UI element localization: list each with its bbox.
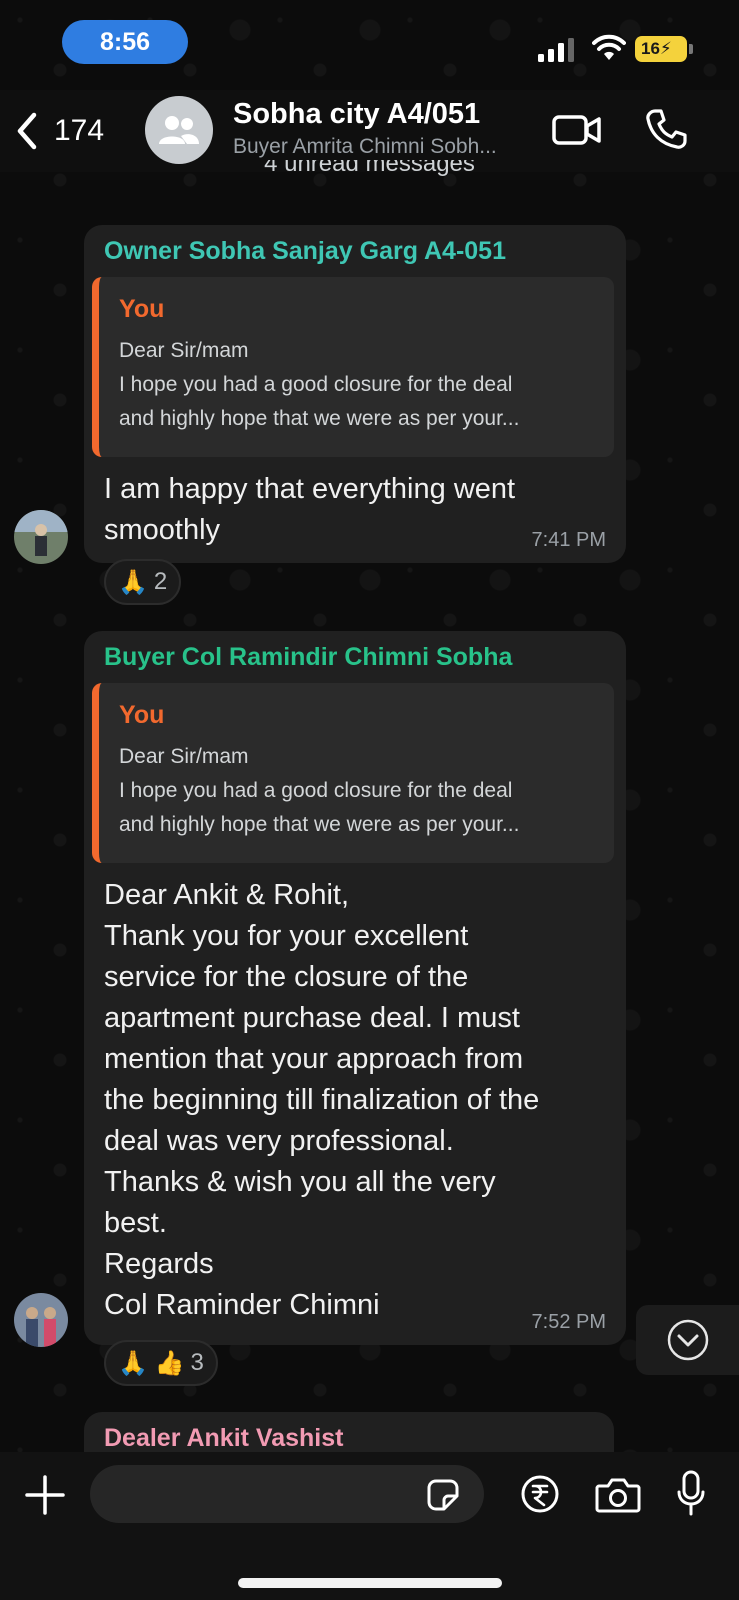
reaction-pill[interactable]: 🙏 👍 3 [104,1340,218,1386]
reaction-count: 2 [153,568,168,595]
chevron-left-icon [17,112,37,150]
message-sender: Owner Sobha Sanjay Garg A4-051 [104,237,506,265]
battery-indicator: 16⚡ [635,36,687,62]
chevron-down-icon [667,1319,708,1361]
avatar-photo [14,510,68,564]
status-bar: 8:56 16⚡ [0,0,739,90]
voice-call-button[interactable] [645,108,687,150]
battery-tip [689,44,693,54]
sticker-button[interactable] [426,1478,460,1512]
message-sender: Buyer Col Ramindir Chimni Sobha [104,643,513,671]
chat-title: Sobha city A4/051 [233,98,481,130]
message-text: I am happy that everything went smoothly [104,473,516,546]
scroll-to-bottom-button[interactable] [636,1305,739,1375]
message-time: 7:41 PM [531,529,606,551]
cellular-signal-icon [538,38,574,62]
quoted-message[interactable]: You Dear Sir/mam I hope you had a good c… [92,683,614,863]
chat-subtitle: Buyer Amrita Chimni Sobh... [233,135,497,158]
message-composer [0,1452,739,1600]
message-bubble[interactable]: Owner Sobha Sanjay Garg A4-051 You Dear … [84,225,626,563]
unread-messages-banner: 4 unread messages [0,160,739,180]
payment-button[interactable] [520,1474,560,1514]
avatar-photo [14,1293,68,1347]
back-button[interactable]: 174 [14,110,104,152]
quoted-line: I hope you had a good closure for the de… [119,779,513,802]
wifi-icon [592,34,626,60]
chat-title-block[interactable]: Sobha city A4/051 Buyer Amrita Chimni So… [233,98,533,159]
unread-messages-label: 4 unread messages [264,160,475,177]
message-time: 7:52 PM [531,1311,606,1333]
quoted-line: I hope you had a good closure for the de… [119,373,513,396]
reaction-emojis: 🙏 👍 [118,1349,185,1377]
sender-avatar[interactable] [14,1293,68,1347]
camera-button[interactable] [595,1476,641,1514]
home-indicator[interactable] [238,1578,502,1588]
microphone-button[interactable] [676,1470,706,1516]
sender-avatar[interactable] [14,510,68,564]
unread-chats-count: 174 [54,114,105,147]
attach-button[interactable] [24,1474,66,1516]
quoted-line: and highly hope that we were as per your… [119,813,520,836]
status-time: 8:56 [62,20,188,64]
group-avatar[interactable] [145,96,213,164]
message-input[interactable] [90,1465,484,1523]
reaction-emojis: 🙏 [118,568,148,596]
reaction-count: 3 [190,1349,204,1376]
quoted-line: Dear Sir/mam [119,745,249,768]
video-call-button[interactable] [552,110,602,150]
quoted-line: and highly hope that we were as per your… [119,407,520,430]
reaction-pill[interactable]: 🙏 2 [104,559,182,605]
group-icon [159,116,199,144]
battery-level: 16 [641,39,660,58]
message-sender: Dealer Ankit Vashist [104,1424,344,1452]
message-text: Dear Ankit & Rohit, Thank you for your e… [104,879,540,1321]
message-bubble[interactable]: Buyer Col Ramindir Chimni Sobha You Dear… [84,631,626,1345]
charging-bolt-icon: ⚡ [659,39,672,58]
quoted-line: Dear Sir/mam [119,339,249,362]
quoted-author: You [119,701,165,729]
quoted-message[interactable]: You Dear Sir/mam I hope you had a good c… [92,277,614,457]
quoted-author: You [119,295,165,323]
